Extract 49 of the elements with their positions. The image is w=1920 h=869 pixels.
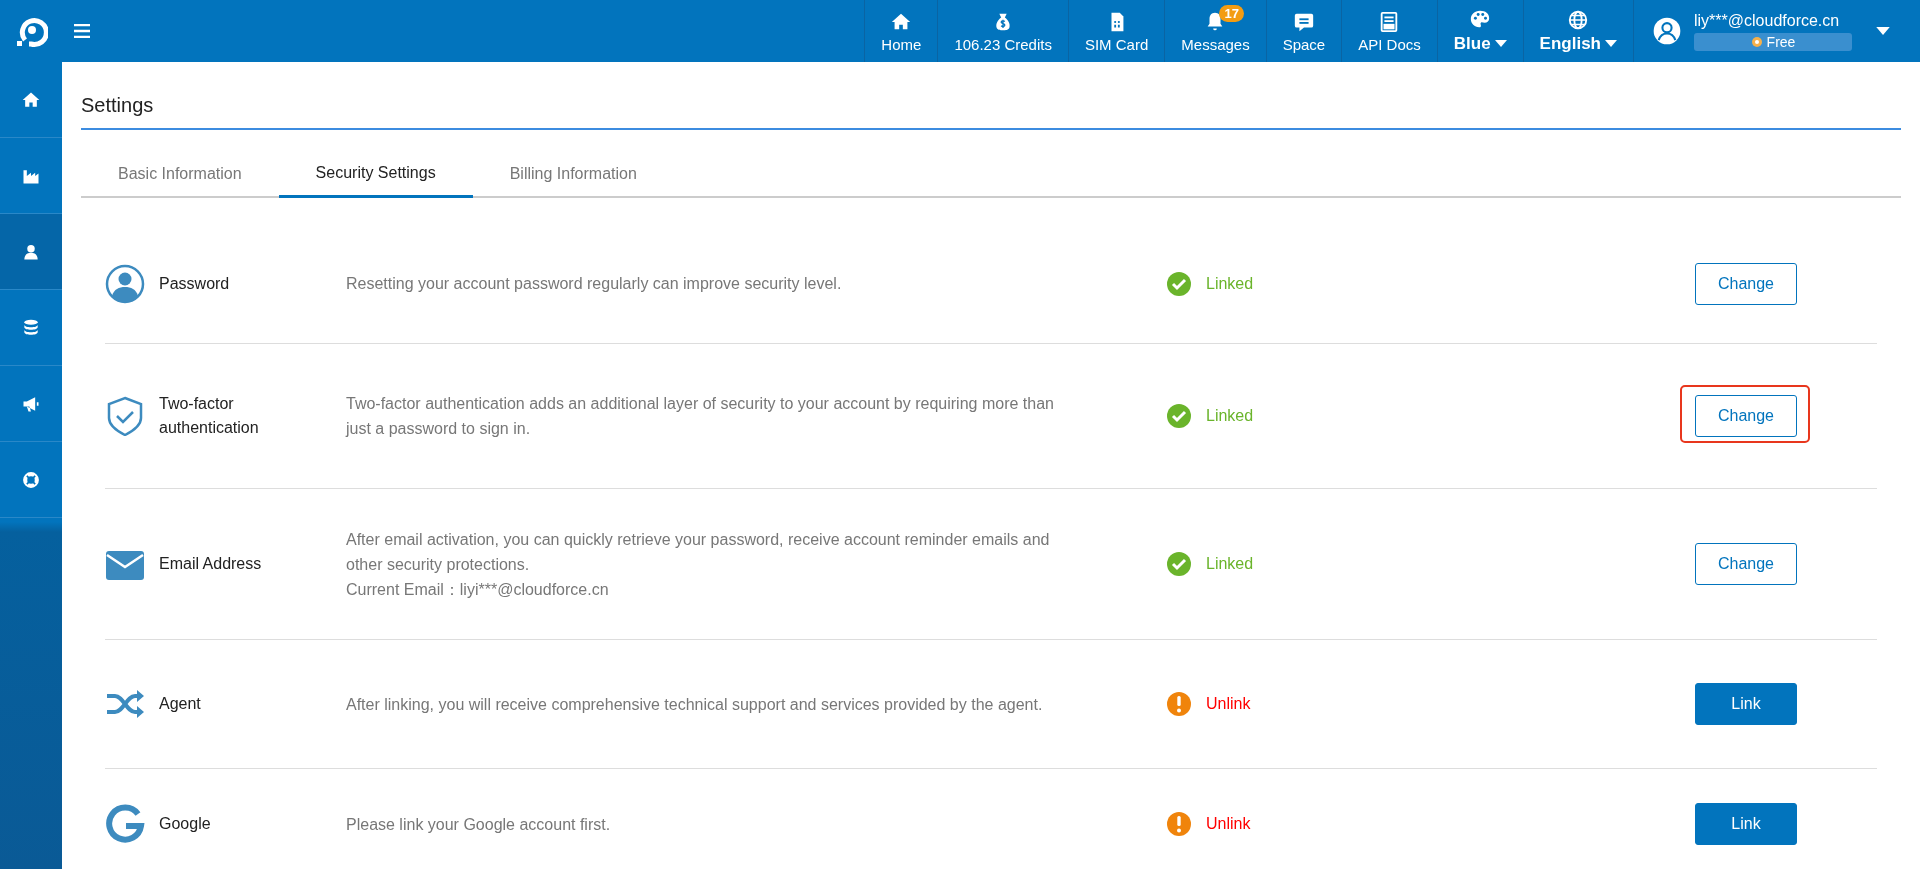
- menu-icon: [74, 24, 90, 38]
- globe-icon: [1567, 9, 1590, 31]
- setting-label: Password: [159, 273, 231, 294]
- theme-dropdown[interactable]: Blue: [1436, 0, 1523, 62]
- google-g-icon: [105, 804, 145, 844]
- caret-icon: [1876, 26, 1890, 36]
- setting-description: Current Email：liyi***@cloudforce.cn: [346, 579, 610, 600]
- setting-label: Google: [159, 814, 212, 834]
- tab[interactable]: Basic Information: [81, 152, 279, 198]
- medal-icon: [1750, 35, 1763, 48]
- caret-icon: [1605, 40, 1617, 48]
- status-text: Unlink: [1206, 815, 1251, 833]
- caret-icon: [1494, 40, 1507, 48]
- user-email[interactable]: liy***@cloudforce.cn: [1694, 11, 1852, 30]
- count-badge: 17: [1219, 5, 1244, 22]
- link-button[interactable]: Link: [1695, 683, 1797, 725]
- status-text: Linked: [1206, 274, 1254, 293]
- setting-description: Two-factor authentication adds an additional layer of security to your account by requiring more than just a password to sign in.: [346, 394, 1055, 439]
- change-button[interactable]: Change: [1695, 395, 1797, 437]
- database-icon: [21, 317, 41, 338]
- tab[interactable]: Security Settings: [278, 152, 473, 198]
- nav-link[interactable]: Space: [1265, 0, 1342, 62]
- lifebuoy-icon: [21, 469, 41, 490]
- user-icon: [105, 263, 145, 304]
- chat-bubble-icon: [1292, 11, 1315, 33]
- setting-description: After email activation, you can quickly retrieve your password, receive account reminder emails and other security protections.: [346, 529, 1051, 575]
- setting-description: Resetting your account password regularly can improve security level.: [346, 274, 843, 294]
- status-text: Unlink: [1206, 695, 1251, 713]
- change-button[interactable]: Change: [1695, 543, 1797, 585]
- setting-description: After linking, you will receive comprehensive technical support and services provided by the agent.: [346, 694, 1044, 715]
- shield-check-icon: [105, 396, 145, 436]
- status-text: Linked: [1206, 555, 1254, 573]
- page-title: Settings: [81, 94, 1901, 130]
- setting-label: Agent: [159, 694, 202, 714]
- status-text: Linked: [1206, 407, 1254, 425]
- sidebar-item[interactable]: [0, 214, 62, 290]
- setting-label: Email Address: [159, 554, 263, 574]
- nav-link[interactable]: Messages 17: [1164, 0, 1266, 62]
- nav-link[interactable]: 106.23 Credits: [937, 0, 1068, 62]
- tab[interactable]: Billing Information: [472, 152, 674, 198]
- link-button[interactable]: Link: [1695, 803, 1797, 845]
- nav-link[interactable]: Home: [864, 0, 938, 62]
- setting-label: Two-factor authentication: [159, 394, 260, 438]
- nav-link[interactable]: API Docs: [1341, 0, 1437, 62]
- setting-description: Please link your Google account first.: [346, 814, 612, 835]
- nav-link[interactable]: SIM Card: [1067, 0, 1165, 62]
- change-button[interactable]: Change: [1695, 262, 1797, 305]
- plan-badge: Free: [1694, 32, 1852, 51]
- language-dropdown[interactable]: English: [1522, 0, 1633, 62]
